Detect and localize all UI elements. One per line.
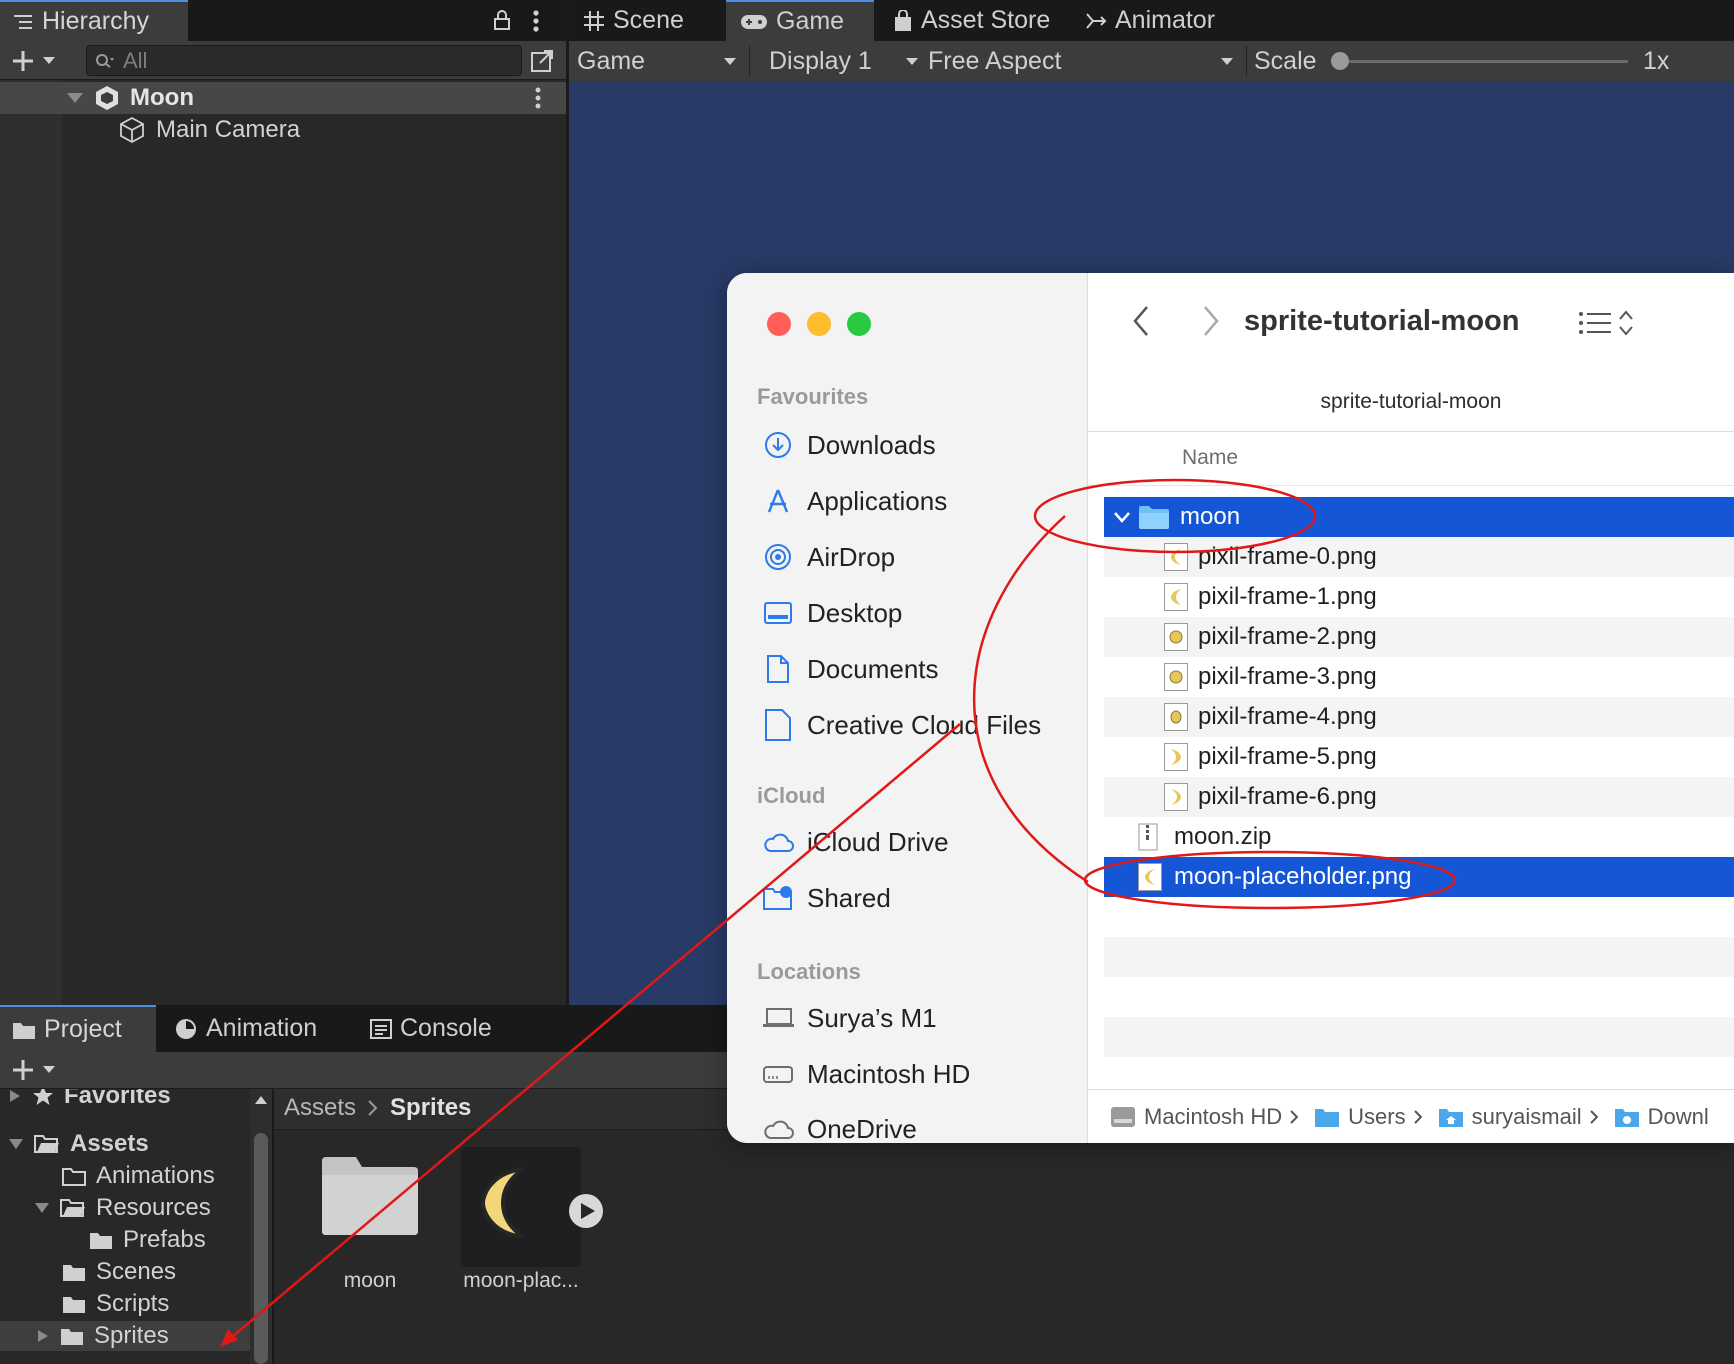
annotation-circle-moon-folder <box>1033 478 1317 554</box>
annotation-arrowhead <box>220 1329 238 1347</box>
annotation-arc <box>973 515 1089 884</box>
annotation-circle-moon-placeholder <box>1083 850 1457 910</box>
annotation-overlay <box>220 478 1457 1347</box>
annotation-arrow-line <box>225 723 961 1343</box>
